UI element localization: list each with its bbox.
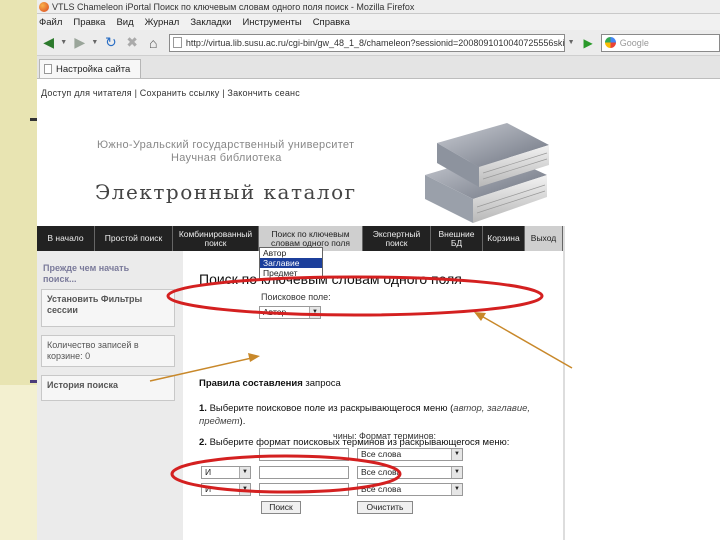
google-icon bbox=[604, 37, 616, 48]
stop-icon[interactable]: ✖ bbox=[122, 33, 141, 53]
field-select-value: Автор bbox=[263, 307, 287, 317]
nav-home[interactable]: В начало bbox=[37, 226, 95, 251]
rule-1-end: ). bbox=[239, 416, 246, 427]
rule-1-text: Выберите поисковое поле из раскрывающего… bbox=[209, 403, 454, 414]
university-line-1: Южно-Уральский государственный университ… bbox=[97, 139, 355, 151]
sidebar: Прежде чем начать поиск... Установить Фи… bbox=[37, 251, 183, 540]
dropdown-option-subject[interactable]: Предмет bbox=[260, 268, 322, 278]
dropdown-option-title[interactable]: Заглавие bbox=[260, 258, 322, 268]
term-input-1[interactable] bbox=[259, 448, 349, 461]
dropdown-option-author[interactable]: Автор bbox=[260, 248, 322, 258]
sidebar-filters[interactable]: Установить Фильтры сессии bbox=[41, 289, 175, 327]
slide-rule-lower bbox=[30, 380, 37, 383]
nav-exit[interactable]: Выход bbox=[525, 226, 563, 251]
sidebar-intro[interactable]: Прежде чем начать поиск... bbox=[43, 263, 163, 285]
term-input-2[interactable] bbox=[259, 466, 349, 479]
menu-help[interactable]: Справка bbox=[313, 17, 350, 28]
format-select-1-value: Все слова bbox=[361, 449, 402, 459]
chevron-down-icon: ▼ bbox=[451, 467, 462, 478]
menu-view[interactable]: Вид bbox=[116, 17, 133, 28]
go-icon[interactable]: ▶ bbox=[580, 34, 597, 52]
rule-2-number: 2. bbox=[199, 437, 207, 448]
tab-label: Настройка сайта bbox=[56, 63, 131, 75]
field-select[interactable]: Автор ▼ bbox=[259, 306, 321, 319]
books-logo bbox=[425, 123, 549, 223]
title-bar: VTLS Chameleon iPortal Поиск по ключевым… bbox=[37, 0, 720, 14]
format-select-2-value: Все слова bbox=[361, 467, 402, 477]
url-bar[interactable]: http://virtua.lib.susu.ac.ru/cgi-bin/gw_… bbox=[168, 33, 565, 52]
tab-current[interactable]: Настройка сайта bbox=[39, 59, 142, 78]
search-field-label: Поисковое поле: bbox=[261, 292, 331, 302]
reload-icon[interactable]: ↻ bbox=[101, 33, 120, 53]
navigation-toolbar: ◀ ▼ ▶ ▼ ↻ ✖ ⌂ http://virtua.lib.susu.ac.… bbox=[37, 30, 720, 56]
nav-expert-search[interactable]: Экспертный поиск bbox=[363, 226, 431, 251]
search-input[interactable]: Google bbox=[600, 33, 720, 52]
home-icon[interactable]: ⌂ bbox=[144, 33, 163, 53]
catalog-title: Электронный каталог bbox=[95, 180, 357, 204]
clear-button[interactable]: Очистить bbox=[357, 501, 413, 514]
chevron-down-icon: ▼ bbox=[309, 307, 320, 318]
rules-title: Правила составления запроса bbox=[199, 377, 549, 390]
back-icon[interactable]: ◀ bbox=[39, 33, 58, 53]
slide-rule bbox=[30, 118, 37, 121]
chevron-down-icon: ▼ bbox=[239, 484, 250, 495]
nav-cart[interactable]: Корзина bbox=[483, 226, 525, 251]
web-page: Доступ для читателя | Сохранить ссылку |… bbox=[37, 79, 720, 540]
browser-window: VTLS Chameleon iPortal Поиск по ключевым… bbox=[37, 0, 720, 540]
url-history-icon[interactable]: ▼ bbox=[568, 39, 575, 46]
forward-icon[interactable]: ▶ bbox=[70, 33, 89, 53]
forward-history-icon[interactable]: ▼ bbox=[91, 39, 98, 46]
back-history-icon[interactable]: ▼ bbox=[60, 39, 67, 46]
chevron-down-icon: ▼ bbox=[451, 449, 462, 460]
operator-select-1[interactable]: И ▼ bbox=[201, 466, 251, 479]
nav-external-db[interactable]: Внешние БД bbox=[431, 226, 483, 251]
format-select-3-value: Все слова bbox=[361, 484, 402, 494]
field-dropdown-list: Автор Заглавие Предмет bbox=[259, 247, 323, 279]
format-select-3[interactable]: Все слова ▼ bbox=[357, 483, 463, 496]
window-title: VTLS Chameleon iPortal Поиск по ключевым… bbox=[52, 1, 415, 12]
page-edge bbox=[563, 226, 565, 540]
page-icon bbox=[172, 37, 182, 48]
menu-bookmarks[interactable]: Закладки bbox=[190, 17, 231, 28]
university-name: Южно-Уральский государственный университ… bbox=[97, 139, 354, 165]
menu-file[interactable]: Файл bbox=[39, 17, 62, 28]
slide-left-panel bbox=[0, 0, 37, 540]
firefox-icon bbox=[39, 1, 49, 12]
nav-simple-search[interactable]: Простой поиск bbox=[95, 226, 173, 251]
rule-2: 2. Выберите формат поисковых терминов из… bbox=[199, 436, 549, 449]
format-select-1[interactable]: Все слова ▼ bbox=[357, 448, 463, 461]
format-select-2[interactable]: Все слова ▼ bbox=[357, 466, 463, 479]
menu-history[interactable]: Журнал bbox=[145, 17, 180, 28]
rules-title-bold: Правила составления bbox=[199, 378, 303, 389]
url-text: http://virtua.lib.susu.ac.ru/cgi-bin/gw_… bbox=[185, 37, 565, 48]
operator-select-1-value: И bbox=[205, 467, 212, 477]
search-rules: Правила составления запроса 1. Выберите … bbox=[199, 377, 549, 449]
operator-select-2-value: И bbox=[205, 484, 212, 494]
page-heading: Поиск по ключевым словам одного поля bbox=[199, 271, 462, 287]
chevron-down-icon: ▼ bbox=[451, 484, 462, 495]
chevron-down-icon: ▼ bbox=[239, 467, 250, 478]
menu-tools[interactable]: Инструменты bbox=[242, 17, 301, 28]
rule-1-number: 1. bbox=[199, 403, 207, 414]
search-button[interactable]: Поиск bbox=[261, 501, 301, 514]
sidebar-cart-count: Количество записей в корзине: 0 bbox=[41, 335, 175, 367]
tab-page-icon bbox=[44, 64, 52, 74]
sidebar-history[interactable]: История поиска bbox=[41, 375, 175, 401]
tab-bar: Настройка сайта bbox=[37, 56, 720, 79]
top-links[interactable]: Доступ для читателя | Сохранить ссылку |… bbox=[41, 88, 300, 98]
rules-title-rest: запроса bbox=[302, 378, 341, 389]
rule-2-text: Выберите формат поисковых терминов из ра… bbox=[209, 437, 510, 448]
menu-edit[interactable]: Правка bbox=[73, 17, 105, 28]
slide-band bbox=[0, 0, 37, 385]
operator-select-2[interactable]: И ▼ bbox=[201, 483, 251, 496]
search-placeholder: Google bbox=[619, 37, 649, 48]
menu-bar: Файл Правка Вид Журнал Закладки Инструме… bbox=[37, 14, 720, 30]
rule-1: 1. Выберите поисковое поле из раскрывающ… bbox=[199, 402, 549, 428]
nav-combined-search[interactable]: Комбинированный поиск bbox=[173, 226, 259, 251]
university-line-2: Научная библиотека bbox=[171, 152, 282, 164]
term-input-3[interactable] bbox=[259, 483, 349, 496]
